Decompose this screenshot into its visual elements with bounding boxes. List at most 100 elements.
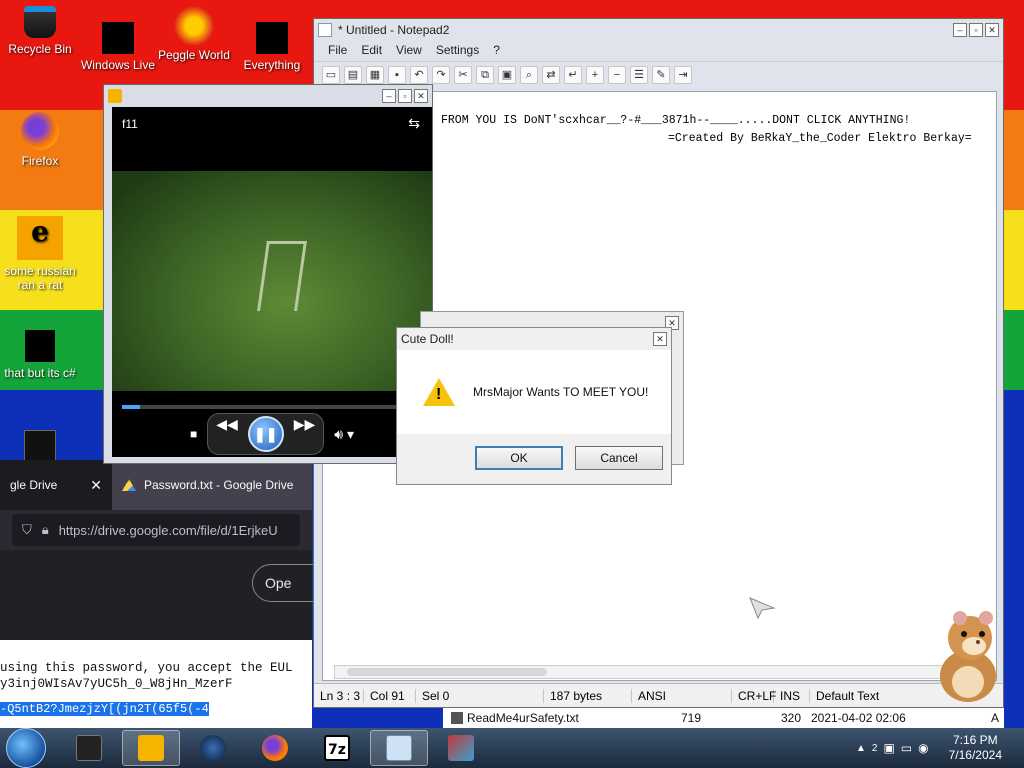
media-player-app-icon [108, 89, 122, 103]
mouse-cursor-icon [749, 597, 776, 620]
media-player-icon [138, 735, 164, 761]
firefox-window: gle Drive ✕ Password.txt - Google Drive … [0, 460, 332, 728]
rocking-chair-shape [257, 241, 307, 311]
notepad-app-icon [318, 23, 332, 37]
maximize-button[interactable]: ▫ [969, 23, 983, 37]
replace-icon[interactable]: ⇄ [542, 65, 560, 84]
undo-icon[interactable]: ↶ [410, 65, 428, 84]
taskbar-clock[interactable]: 7:16 PM 7/16/2024 [949, 733, 1002, 763]
taskbar-app-terminal[interactable] [60, 730, 118, 766]
maximize-button[interactable]: ▫ [398, 89, 412, 103]
pause-button[interactable]: ❚❚ [247, 416, 284, 452]
globe-icon [200, 735, 226, 761]
paste-icon[interactable]: ▣ [498, 65, 516, 84]
notepad-icon [386, 735, 412, 761]
notepad-titlebar[interactable]: * Untitled - Notepad2 – ▫ ✕ [314, 19, 1003, 41]
firefox-tab-password[interactable]: Password.txt - Google Drive [112, 460, 312, 510]
terminal-icon [76, 735, 102, 761]
new-file-icon[interactable]: ▭ [322, 65, 340, 84]
peggle-icon [174, 6, 214, 46]
redo-icon[interactable]: ↷ [432, 65, 450, 84]
switch-to-library-icon[interactable]: ⇆ [408, 115, 420, 132]
dialog-titlebar[interactable]: Cute Doll! ✕ [397, 328, 671, 350]
stop-icon[interactable]: ■ [190, 427, 197, 441]
desktop-icon-windows-live[interactable]: Windows Live [78, 22, 158, 72]
menu-view[interactable]: View [396, 43, 422, 59]
taskbar-app-notepad2[interactable] [370, 730, 428, 766]
scrollbar-thumb[interactable] [347, 668, 547, 676]
google-drive-icon [122, 479, 136, 491]
video-screen[interactable]: f11 ⇆ ■ ◀◀ ❚❚ ▶▶ 🔊︎ ▾ [112, 107, 432, 457]
scheme-icon[interactable]: ☰ [630, 65, 648, 84]
seek-progress [122, 405, 140, 409]
desktop-icon-that-but-its-csharp[interactable]: that but its c# [0, 330, 80, 380]
desktop-icon-everything[interactable]: Everything [232, 22, 312, 72]
start-button[interactable] [6, 728, 46, 768]
recycle-bin-icon [24, 6, 56, 38]
desktop-icon-recycle-bin[interactable]: Recycle Bin [0, 6, 80, 56]
close-button[interactable]: ✕ [414, 89, 428, 103]
cut-icon[interactable]: ✂ [454, 65, 472, 84]
customize-icon[interactable]: ✎ [652, 65, 670, 84]
zoom-out-icon[interactable]: − [608, 65, 626, 84]
dialog-body: MrsMajor Wants TO MEET YOU! [397, 350, 671, 434]
menu-edit[interactable]: Edit [361, 43, 382, 59]
fast-forward-icon[interactable]: ▶▶ [294, 416, 316, 452]
find-icon[interactable]: ⌕ [520, 65, 538, 84]
ok-button[interactable]: OK [475, 446, 563, 470]
copy-icon[interactable]: ⧉ [476, 65, 494, 84]
taskbar-app-installer[interactable] [432, 730, 490, 766]
show-hidden-icons[interactable]: ▲ [856, 743, 866, 754]
firefox-icon [21, 112, 59, 150]
url-bar[interactable]: ⛉ 🔒︎ https://drive.google.com/file/d/1Er… [12, 514, 300, 546]
stacked-windows-icon [25, 330, 55, 362]
hamster-mascot-icon[interactable] [930, 604, 1006, 704]
taskbar-app-7zip[interactable]: 7z [308, 730, 366, 766]
terminal-icon [24, 430, 56, 462]
warning-icon [423, 378, 455, 406]
dialog-close-button[interactable]: ✕ [653, 332, 667, 346]
network-icon[interactable]: ▭ [901, 741, 912, 755]
exit-icon[interactable]: ⇥ [674, 65, 692, 84]
desktop-icon-some-russian-ran-a-rat[interactable]: e some russian ran a rat [0, 216, 80, 293]
desktop-icon-peggle-world[interactable]: Peggle World [154, 6, 234, 62]
firefox-tab-drive[interactable]: gle Drive ✕ [0, 460, 112, 510]
save-icon[interactable]: ▪ [388, 65, 406, 84]
password-document-text: using this password, you accept the EUL … [0, 661, 293, 691]
editor-line-1: FROM YOU IS DoNT'scxhcar__?-#___3871h--_… [441, 114, 911, 127]
seek-bar[interactable] [122, 405, 422, 409]
media-player-window: – ▫ ✕ f11 ⇆ ■ ◀◀ ❚❚ ▶▶ 🔊︎ ▾ [103, 84, 433, 464]
notepad-menubar: File Edit View Settings ? [314, 41, 1003, 61]
zoom-in-icon[interactable]: + [586, 65, 604, 84]
minimize-button[interactable]: – [953, 23, 967, 37]
menu-settings[interactable]: Settings [436, 43, 479, 59]
file-list-row[interactable]: ReadMe4urSafety.txt 719 320 2021-04-02 0… [443, 708, 1004, 728]
open-folder-icon[interactable]: ▤ [344, 65, 362, 84]
taskbar-app-globe[interactable] [184, 730, 242, 766]
video-title: f11 [122, 117, 138, 131]
cancel-button[interactable]: Cancel [575, 446, 663, 470]
windows-live-icon [102, 22, 134, 54]
menu-file[interactable]: File [328, 43, 347, 59]
installer-icon [448, 735, 474, 761]
tray-app-icon[interactable]: ▣ [883, 741, 894, 755]
word-wrap-icon[interactable]: ↵ [564, 65, 582, 84]
browse-icon[interactable]: ▦ [366, 65, 384, 84]
taskbar-app-firefox[interactable] [246, 730, 304, 766]
volume-tray-icon[interactable]: ◉ [918, 741, 928, 755]
menu-help[interactable]: ? [493, 43, 500, 59]
close-button[interactable]: ✕ [985, 23, 999, 37]
taskbar-app-media-player[interactable] [122, 730, 180, 766]
internet-explorer-icon: e [17, 216, 63, 260]
volume-icon[interactable]: 🔊︎ ▾ [334, 426, 354, 443]
desktop-icon-firefox[interactable]: Firefox [0, 112, 80, 168]
minimize-button[interactable]: – [382, 89, 396, 103]
horizontal-scrollbar[interactable] [334, 665, 994, 679]
selected-password-text: -Q5ntB2?JmezjzY[(jn2T(65f5(-4 [0, 702, 209, 716]
shield-icon: ⛉ [22, 522, 32, 537]
notepad-statusbar: Ln 3 : 3 Col 91 Sel 0 187 bytes ANSI CR+… [314, 683, 1003, 707]
player-titlebar[interactable]: – ▫ ✕ [104, 85, 432, 107]
firefox-tab-strip: gle Drive ✕ Password.txt - Google Drive [0, 460, 312, 510]
rewind-icon[interactable]: ◀◀ [216, 416, 238, 452]
close-tab-icon[interactable]: ✕ [90, 477, 102, 494]
